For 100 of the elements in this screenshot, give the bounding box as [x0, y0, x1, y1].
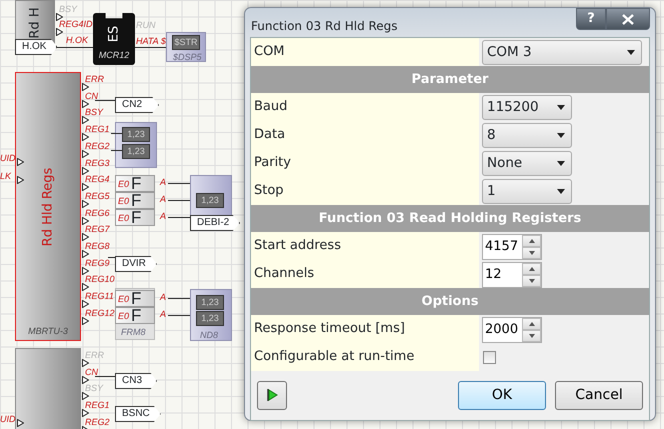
- field-label: Channels: [251, 260, 479, 290]
- block-title: ES: [105, 26, 122, 42]
- section-header: Function 03 Read Holding Registers: [251, 205, 649, 232]
- number-field[interactable]: 2000: [482, 317, 542, 343]
- wire-line: [168, 298, 190, 299]
- number-field[interactable]: 12: [482, 262, 542, 288]
- spin-down-button[interactable]: [522, 247, 541, 259]
- close-button[interactable]: [606, 8, 650, 30]
- pin-label: HATA $: [136, 36, 166, 46]
- pin-icon: [17, 176, 24, 184]
- pin-label: REG11: [85, 291, 114, 301]
- section-header: Options: [251, 288, 649, 315]
- pin-label: A: [160, 292, 166, 302]
- wire-line: [57, 47, 93, 48]
- dropdown[interactable]: 8: [482, 123, 572, 148]
- help-button[interactable]: ?: [576, 8, 606, 30]
- cancel-button[interactable]: Cancel: [555, 381, 643, 410]
- wire-line: [95, 376, 115, 377]
- block-label: $DSP5: [173, 51, 202, 64]
- signal-tag: DVIR: [115, 256, 157, 272]
- window-title: Function 03 Rd Hld Regs: [250, 18, 398, 35]
- value-display: 1,23: [196, 311, 224, 326]
- checkbox[interactable]: [483, 350, 496, 364]
- block-label: MBRTU-3: [27, 324, 69, 338]
- pin-label: REG3: [85, 158, 110, 168]
- spin-down-button[interactable]: [522, 330, 541, 342]
- pin-label: RUN: [136, 20, 156, 30]
- dropdown[interactable]: 115200: [482, 95, 572, 120]
- pin-label: REG2: [85, 417, 110, 427]
- caret-icon: [557, 133, 565, 138]
- pin-label: REG10: [85, 274, 115, 284]
- field-label: Baud: [251, 93, 479, 122]
- spin-up-button[interactable]: [522, 235, 541, 247]
- up-triangle-icon: [528, 239, 534, 243]
- block-label: ND8: [200, 329, 218, 342]
- wire-line: [168, 183, 190, 184]
- signal-tag: CN3: [115, 373, 157, 389]
- block-label: FRM8: [121, 326, 146, 339]
- wire-line: [108, 257, 115, 258]
- pin-label: REG5: [85, 191, 110, 201]
- dropdown[interactable]: 1: [482, 179, 572, 204]
- caret-icon: [557, 161, 565, 166]
- signal-tag: H.OK: [15, 39, 58, 55]
- pin-label: E0: [118, 213, 130, 223]
- pin-tool-button[interactable]: [257, 381, 287, 410]
- wire-line: [168, 217, 190, 218]
- string-display: $STR: [172, 35, 200, 50]
- pin-label: REG12: [85, 308, 115, 318]
- pin-label: REG6: [85, 208, 110, 218]
- signal-tag: DEBI-2: [190, 215, 240, 231]
- signal-tag: BSNC: [115, 406, 161, 422]
- formula-symbol: F: [131, 210, 142, 226]
- dropdown[interactable]: COM 3: [482, 40, 642, 65]
- pin-label: REG4: [85, 174, 110, 184]
- ok-button[interactable]: OK: [458, 381, 546, 410]
- pin-label: A: [160, 309, 166, 319]
- up-triangle-icon: [528, 267, 534, 271]
- formula-symbol: F: [131, 193, 142, 209]
- pin-label: A: [160, 177, 166, 187]
- input-label: UID: [0, 414, 16, 424]
- field-label: Response timeout [ms]: [251, 315, 479, 345]
- formula-symbol: F: [131, 308, 142, 324]
- value-display: 1,23: [196, 295, 224, 310]
- pin-label: REG9: [85, 258, 110, 268]
- up-triangle-icon: [528, 322, 534, 326]
- wire-line: [168, 200, 190, 201]
- pin-label: BSY: [59, 4, 78, 14]
- wire-line: [135, 47, 166, 48]
- block-label: MCR12: [98, 48, 130, 62]
- input-label: LK: [0, 171, 12, 181]
- dropdown[interactable]: None: [482, 151, 572, 176]
- pin-label: E0: [118, 294, 130, 304]
- value-display: 1,23: [122, 144, 150, 159]
- caret-icon: [557, 105, 565, 110]
- wire-line: [95, 100, 115, 101]
- field-label: Stop: [251, 177, 479, 206]
- flag-icon: [266, 388, 278, 402]
- spin-down-button[interactable]: [522, 275, 541, 287]
- number-field[interactable]: 4157: [482, 234, 542, 260]
- wire-line: [111, 150, 122, 151]
- down-triangle-icon: [528, 279, 534, 283]
- close-icon: [622, 14, 634, 24]
- spin-up-button[interactable]: [522, 263, 541, 275]
- pin-label: REG7: [85, 224, 110, 234]
- pin-label: BSY: [85, 107, 104, 117]
- pin-icon: [17, 158, 24, 166]
- spin-up-button[interactable]: [522, 318, 541, 330]
- caret-icon: [627, 50, 635, 55]
- pin-label: REG1: [85, 400, 110, 410]
- pin-label: H.OK: [66, 35, 88, 45]
- pin-label: A: [160, 211, 166, 221]
- field-label: Parity: [251, 149, 479, 178]
- wire-line: [111, 133, 122, 134]
- pin-icon: [17, 419, 24, 427]
- field-label: Data: [251, 121, 479, 150]
- pin-label: ERR: [85, 74, 104, 84]
- pin-label: BSY: [85, 383, 104, 393]
- pin-label: E0: [118, 179, 130, 189]
- down-triangle-icon: [528, 334, 534, 338]
- formula-symbol: F: [131, 291, 142, 307]
